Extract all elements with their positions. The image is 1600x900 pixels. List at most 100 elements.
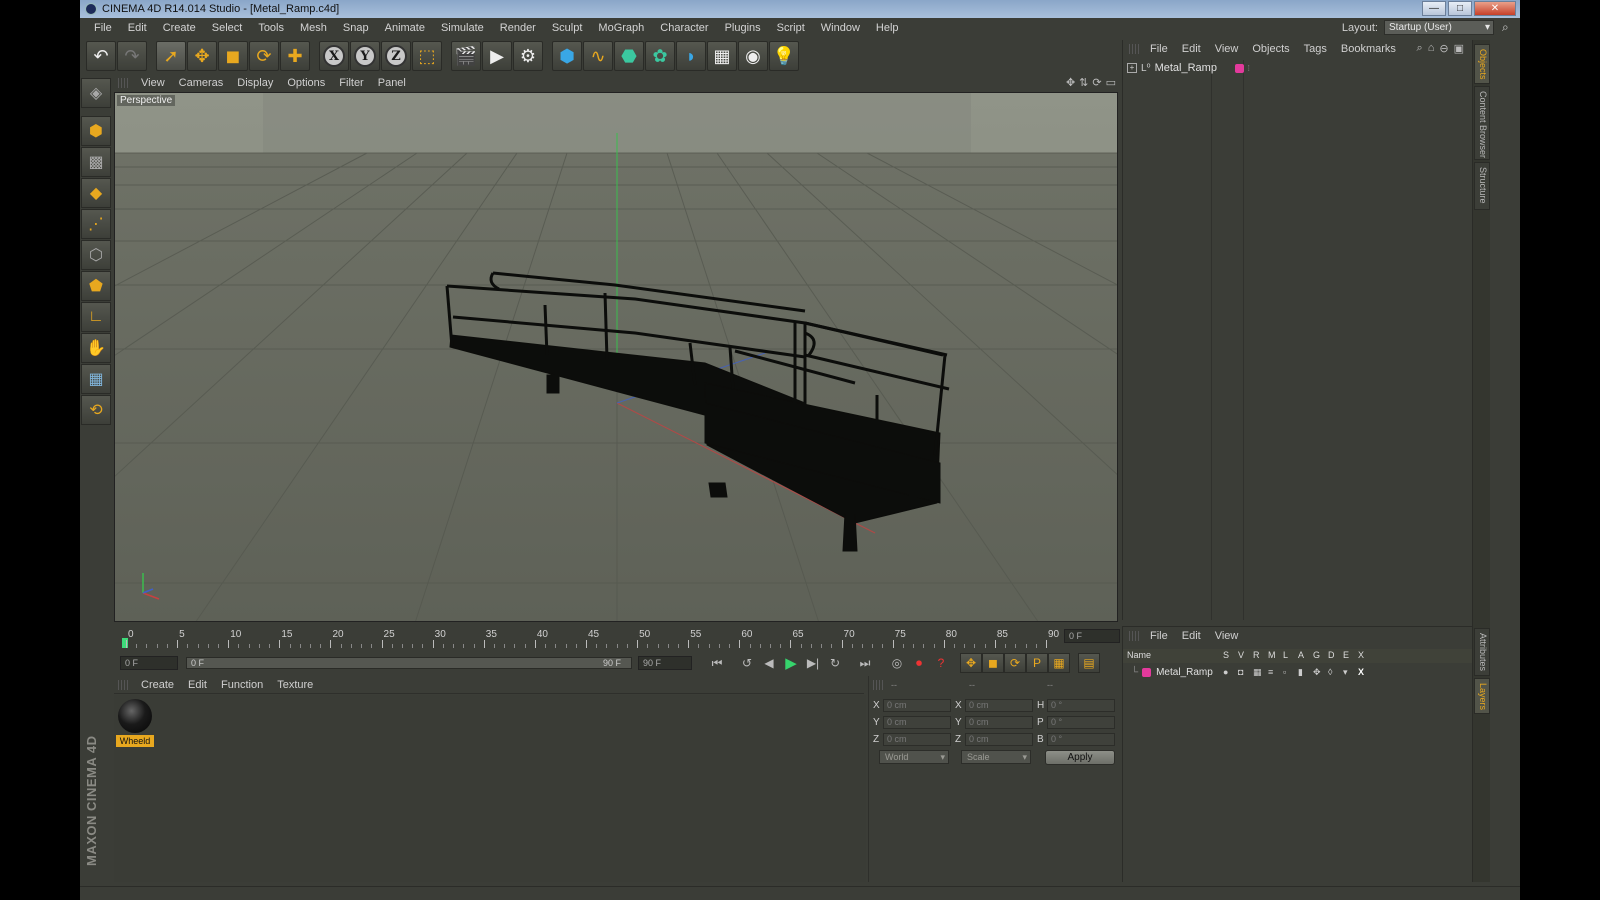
- play-forward-icon[interactable]: ▶: [780, 653, 802, 673]
- apply-button[interactable]: Apply: [1045, 750, 1115, 765]
- scale-tool-icon[interactable]: ◼: [218, 41, 248, 71]
- coordinate-space-select[interactable]: World: [879, 750, 949, 764]
- points-mode-icon[interactable]: ⋰: [81, 209, 111, 239]
- solo-toggle-icon[interactable]: ●: [1223, 667, 1228, 677]
- menu-script[interactable]: Script: [769, 22, 813, 34]
- viewport-move-icon[interactable]: ✥: [1066, 76, 1075, 89]
- viewport-camera-label[interactable]: Perspective: [117, 95, 176, 106]
- close-button[interactable]: ✕: [1474, 1, 1516, 16]
- menu-animate[interactable]: Animate: [377, 22, 433, 34]
- redo-icon[interactable]: ↷: [117, 41, 147, 71]
- col-locked[interactable]: L: [1283, 650, 1288, 660]
- cube-primitive-icon[interactable]: ⬢: [552, 41, 582, 71]
- polygons-mode-icon[interactable]: ⬟: [81, 271, 111, 301]
- previous-key-icon[interactable]: ↺: [736, 653, 758, 673]
- col-name[interactable]: Name: [1127, 650, 1151, 660]
- menu-help[interactable]: Help: [868, 22, 907, 34]
- tab-structure[interactable]: Structure: [1474, 162, 1490, 210]
- object-row[interactable]: + L⁰ Metal_Ramp ⁞: [1127, 62, 1250, 74]
- go-to-end-icon[interactable]: ⏭: [854, 653, 876, 673]
- layer-row[interactable]: └ Metal_Ramp ● ◘ ▦ ≡ ▫ ▮ ✥ ◊ ▾ X: [1131, 665, 1471, 679]
- preview-range-slider[interactable]: 0 F 90 F: [186, 657, 632, 669]
- workplane-mode-icon[interactable]: ◆: [81, 178, 111, 208]
- timeline-ruler[interactable]: 0 5 10 15 20 25 30 35 40 45 50 55 60 65 70 75 80 85 90: [114, 628, 1120, 650]
- layers-menu-file[interactable]: File: [1143, 630, 1175, 642]
- objects-menu-file[interactable]: File: [1143, 43, 1175, 55]
- recent-tool-icon[interactable]: ✚: [280, 41, 310, 71]
- z-axis-lock-icon[interactable]: Z: [381, 41, 411, 71]
- light-object-icon[interactable]: 💡: [769, 41, 799, 71]
- col-xref[interactable]: X: [1358, 650, 1364, 660]
- render-settings-icon[interactable]: ⚙: [513, 41, 543, 71]
- menu-tools[interactable]: Tools: [250, 22, 292, 34]
- move-tool-icon[interactable]: ✥: [187, 41, 217, 71]
- col-animation[interactable]: A: [1298, 650, 1304, 660]
- layout-select[interactable]: Startup (User): [1384, 20, 1494, 35]
- menu-file[interactable]: File: [86, 22, 120, 34]
- keyframe-selection-icon[interactable]: ?: [930, 653, 952, 673]
- model-mode-icon[interactable]: ⬢: [81, 116, 111, 146]
- previous-frame-icon[interactable]: ◀: [758, 653, 780, 673]
- menu-snap[interactable]: Snap: [335, 22, 377, 34]
- record-parameter-icon[interactable]: P: [1026, 653, 1048, 673]
- objects-menu-bookmarks[interactable]: Bookmarks: [1334, 43, 1403, 55]
- viewport-menu-cameras[interactable]: Cameras: [172, 77, 231, 89]
- undo-icon[interactable]: ↶: [86, 41, 116, 71]
- viewport-menu-filter[interactable]: Filter: [332, 77, 370, 89]
- next-key-icon[interactable]: ↻: [824, 653, 846, 673]
- menu-window[interactable]: Window: [813, 22, 868, 34]
- pos-x-field[interactable]: 0 cm: [883, 698, 951, 712]
- col-deformers[interactable]: D: [1328, 650, 1335, 660]
- manager-toggle-icon[interactable]: ≡: [1268, 667, 1273, 677]
- maximize-button[interactable]: □: [1448, 1, 1472, 16]
- search-icon[interactable]: ⌕: [1502, 20, 1516, 34]
- menu-edit[interactable]: Edit: [120, 22, 155, 34]
- layers-menu-edit[interactable]: Edit: [1175, 630, 1208, 642]
- home-icon[interactable]: ⌂: [1428, 42, 1435, 55]
- col-render[interactable]: R: [1253, 650, 1260, 660]
- texture-mode-icon[interactable]: ▩: [81, 147, 111, 177]
- perspective-viewport[interactable]: Perspective: [114, 92, 1118, 622]
- make-editable-icon[interactable]: ◈: [81, 78, 111, 108]
- edges-mode-icon[interactable]: ⬡: [81, 240, 111, 270]
- layer-color-tag[interactable]: [1234, 63, 1244, 73]
- xref-toggle-icon[interactable]: X: [1358, 667, 1364, 677]
- record-rotation-icon[interactable]: ⟳: [1004, 653, 1026, 673]
- menu-create[interactable]: Create: [155, 22, 204, 34]
- x-axis-lock-icon[interactable]: X: [319, 41, 349, 71]
- tab-attributes[interactable]: Attributes: [1474, 628, 1490, 676]
- objects-menu-edit[interactable]: Edit: [1175, 43, 1208, 55]
- objects-menu-tags[interactable]: Tags: [1297, 43, 1334, 55]
- tab-objects[interactable]: Objects: [1474, 44, 1490, 84]
- tab-layers[interactable]: Layers: [1474, 678, 1490, 714]
- viewport-menu-panel[interactable]: Panel: [371, 77, 413, 89]
- viewport-menu-view[interactable]: View: [134, 77, 172, 89]
- panel-grip[interactable]: [118, 679, 128, 690]
- record-point-level-icon[interactable]: ▦: [1048, 653, 1070, 673]
- render-toggle-icon[interactable]: ▦: [1253, 667, 1262, 678]
- menu-mograph[interactable]: MoGraph: [590, 22, 652, 34]
- size-z-field[interactable]: 0 cm: [965, 732, 1033, 746]
- next-frame-icon[interactable]: ▶|: [802, 653, 824, 673]
- menu-character[interactable]: Character: [652, 22, 716, 34]
- menu-plugins[interactable]: Plugins: [717, 22, 769, 34]
- deformer-toggle-icon[interactable]: ◊: [1328, 667, 1332, 677]
- objects-menu-objects[interactable]: Objects: [1245, 43, 1296, 55]
- minimize-button[interactable]: —: [1422, 1, 1446, 16]
- col-generators[interactable]: G: [1313, 650, 1320, 660]
- start-frame-field[interactable]: 0 F: [120, 656, 178, 670]
- size-y-field[interactable]: 0 cm: [965, 715, 1033, 729]
- menu-render[interactable]: Render: [492, 22, 544, 34]
- live-selection-icon[interactable]: ➚: [156, 41, 186, 71]
- render-picture-viewer-icon[interactable]: ▶: [482, 41, 512, 71]
- layer-name[interactable]: Metal_Ramp: [1156, 667, 1213, 678]
- lock-toggle-icon[interactable]: ▫: [1283, 667, 1286, 677]
- viewport-menu-display[interactable]: Display: [230, 77, 280, 89]
- rot-h-field[interactable]: 0 °: [1047, 698, 1115, 712]
- view-toggle-icon[interactable]: ◘: [1238, 667, 1243, 677]
- generator-toggle-icon[interactable]: ✥: [1313, 667, 1321, 678]
- coordinate-system-icon[interactable]: ⬚: [412, 41, 442, 71]
- rot-p-field[interactable]: 0 °: [1047, 715, 1115, 729]
- material-name[interactable]: Wheeld: [116, 735, 154, 747]
- rotate-tool-icon[interactable]: ⟳: [249, 41, 279, 71]
